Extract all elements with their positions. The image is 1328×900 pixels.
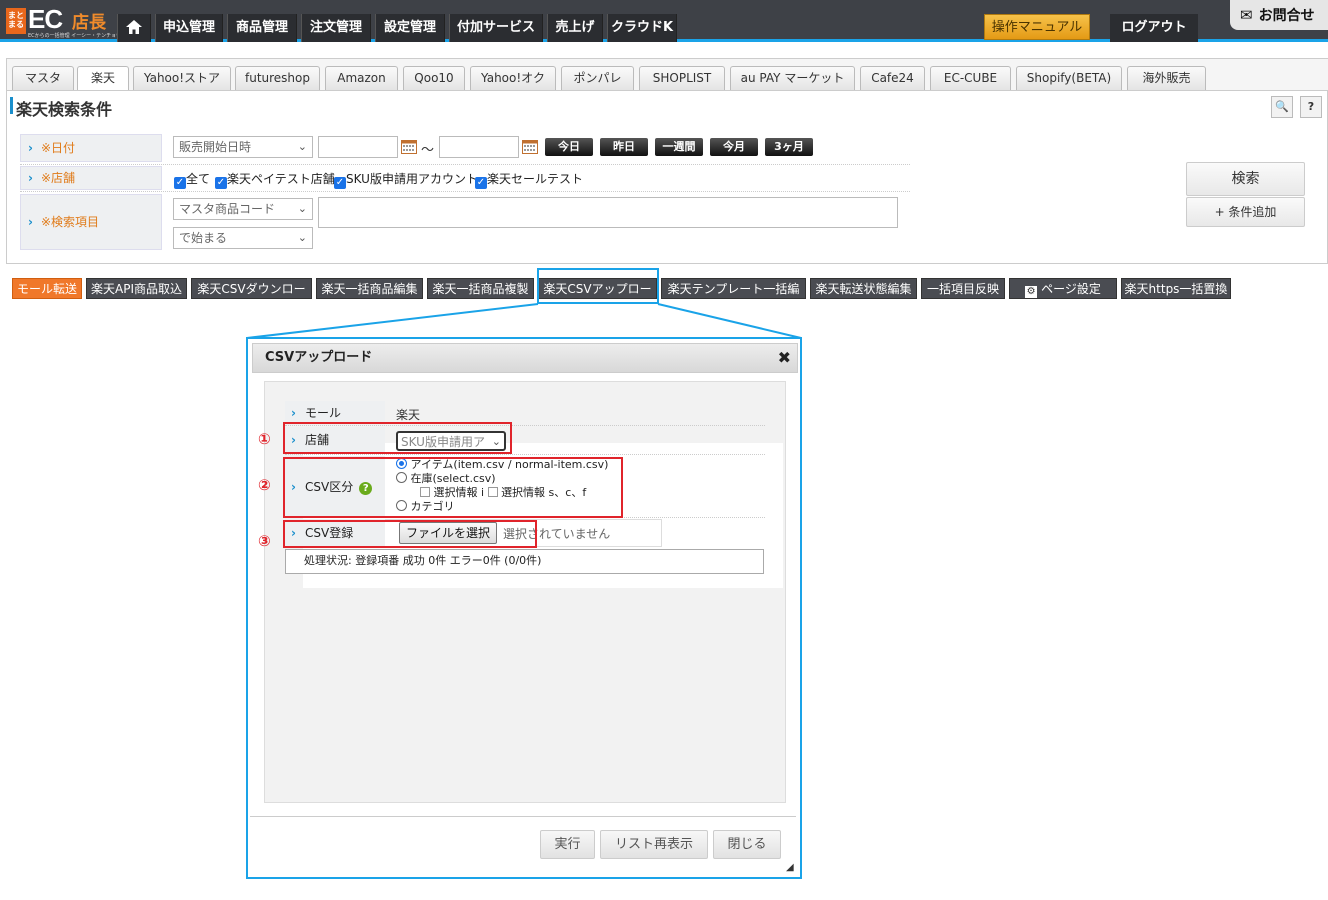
- tab-overseas[interactable]: 海外販売: [1127, 66, 1206, 90]
- csv-upload-highlight: [537, 268, 659, 304]
- api-import-button[interactable]: 楽天API商品取込: [86, 278, 187, 299]
- date-from-input[interactable]: [318, 136, 398, 158]
- tab-ponpare[interactable]: ポンパレ: [561, 66, 634, 90]
- home-icon: [126, 20, 142, 34]
- tab-qoo10[interactable]: Qoo10: [403, 66, 465, 90]
- contact-link[interactable]: ✉ お問合せ: [1230, 0, 1328, 30]
- bulk-copy-button[interactable]: 楽天一括商品複製: [427, 278, 534, 299]
- logo-mark: まとまる: [6, 8, 26, 34]
- logout-button[interactable]: ログアウト: [1110, 14, 1198, 42]
- three-months-button[interactable]: 3ヶ月: [765, 138, 813, 156]
- divider: [20, 164, 910, 165]
- divider: [285, 454, 765, 455]
- gear-icon: ⚙: [1025, 286, 1038, 298]
- tab-au-pay[interactable]: au PAY マーケット: [730, 66, 855, 90]
- resize-handle-icon[interactable]: ◢: [786, 862, 794, 873]
- home-button[interactable]: [117, 14, 151, 42]
- chevron-down-icon: ⌄: [297, 231, 307, 244]
- search-icon: 🔍: [1275, 100, 1289, 113]
- nav-sales[interactable]: 売上げ: [547, 14, 603, 42]
- store-paytest-checkbox[interactable]: ✓ 楽天ペイテスト店舗: [215, 170, 335, 189]
- chevron-down-icon: ⌄: [297, 202, 307, 215]
- page-settings-button[interactable]: ⚙ ページ設定: [1009, 278, 1117, 299]
- store-label: › ※店舗: [20, 166, 162, 190]
- marker-2: ②: [258, 476, 271, 494]
- calendar-icon[interactable]: [401, 140, 417, 154]
- nav-orders[interactable]: 注文管理: [301, 14, 371, 42]
- search-button[interactable]: 検索: [1186, 162, 1305, 196]
- search-field-select[interactable]: マスタ商品コード ⌄: [173, 198, 313, 220]
- match-type-select[interactable]: で始まる ⌄: [173, 227, 313, 249]
- contact-label: お問合せ: [1258, 8, 1315, 24]
- tab-ec-cube[interactable]: EC-CUBE: [930, 66, 1011, 90]
- csv-download-button[interactable]: 楽天CSVダウンロード: [191, 278, 312, 317]
- tab-futureshop[interactable]: futureshop: [235, 66, 320, 90]
- mall-value: 楽天: [396, 408, 421, 422]
- process-status: 処理状況: 登録項番 成功 0件 エラー0件 (0/0件): [285, 549, 764, 574]
- https-replace-button[interactable]: 楽天https一括置換: [1121, 278, 1231, 299]
- logo-ec: EC: [28, 4, 63, 34]
- tab-yahoo-store[interactable]: Yahoo!ストア: [133, 66, 231, 90]
- divider: [20, 191, 910, 192]
- store-saletest-checkbox[interactable]: ✓ 楽天セールテスト: [475, 170, 583, 189]
- nav-products[interactable]: 商品管理: [227, 14, 297, 42]
- annotation-box-store: [283, 422, 512, 454]
- logo-tencho: 店長: [72, 13, 106, 33]
- manual-button[interactable]: 操作マニュアル: [984, 14, 1090, 40]
- tab-rakuten[interactable]: 楽天: [77, 66, 129, 91]
- nav-apply[interactable]: 申込管理: [155, 14, 223, 42]
- chevron-down-icon: ⌄: [297, 140, 307, 153]
- date-to-input[interactable]: [439, 136, 519, 158]
- month-button[interactable]: 今月: [710, 138, 758, 156]
- search-panel-title: 楽天検索条件: [9, 96, 112, 120]
- dialog-title: CSVアップロード: [265, 350, 373, 365]
- store-sku-checkbox[interactable]: ✓ SKU版申請用アカウント: [334, 170, 478, 189]
- nav-cloudk[interactable]: クラウドK: [607, 14, 677, 42]
- app-logo[interactable]: まとまる EC 店長 ECからの一括管理 イーシー・テンチョウ: [6, 4, 121, 39]
- tab-yahoo-auction[interactable]: Yahoo!オク: [470, 66, 556, 90]
- help-button[interactable]: ?: [1300, 96, 1322, 118]
- nav-settings[interactable]: 設定管理: [375, 14, 445, 42]
- template-edit-button[interactable]: 楽天テンプレート一括編集: [661, 278, 806, 317]
- dialog-footer-divider: [250, 816, 796, 817]
- tab-shoplist[interactable]: SHOPLIST: [639, 66, 725, 90]
- tab-master[interactable]: マスタ: [12, 66, 74, 90]
- close-button[interactable]: 閉じる: [713, 830, 781, 859]
- marker-1: ①: [258, 430, 271, 448]
- store-all-checkbox[interactable]: ✓ 全て: [174, 170, 210, 189]
- search-keyword-textarea[interactable]: [318, 197, 898, 228]
- annotation-box-csv-register: [283, 520, 537, 548]
- range-separator: 〜: [421, 143, 435, 158]
- marker-3: ③: [258, 532, 271, 550]
- search-icon-button[interactable]: 🔍: [1271, 96, 1293, 118]
- add-condition-button[interactable]: + 条件追加: [1186, 197, 1305, 227]
- close-icon[interactable]: ✖: [778, 344, 791, 372]
- today-button[interactable]: 今日: [545, 138, 593, 156]
- calendar-icon[interactable]: [522, 140, 538, 154]
- help-icon: ?: [1307, 100, 1315, 113]
- transfer-state-button[interactable]: 楽天転送状態編集: [810, 278, 917, 299]
- dialog-header: CSVアップロード ✖: [252, 343, 798, 373]
- run-button[interactable]: 実行: [540, 830, 595, 859]
- date-type-select[interactable]: 販売開始日時 ⌄: [173, 136, 313, 158]
- bulk-reflect-button[interactable]: 一括項目反映: [921, 278, 1005, 299]
- envelope-icon: ✉: [1240, 6, 1253, 24]
- logo-tagline: ECからの一括管理 イーシー・テンチョウ: [28, 33, 122, 39]
- mall-transfer-button[interactable]: モール転送: [12, 278, 82, 299]
- annotation-box-csv-type: [283, 457, 623, 518]
- yesterday-button[interactable]: 昨日: [600, 138, 648, 156]
- bulk-edit-button[interactable]: 楽天一括商品編集: [316, 278, 423, 299]
- nav-services[interactable]: 付加サービス: [449, 14, 543, 42]
- date-label: › ※日付: [20, 134, 162, 162]
- tab-shopify[interactable]: Shopify(BETA): [1016, 66, 1122, 90]
- search-item-label: › ※検索項目: [20, 194, 162, 250]
- tab-amazon[interactable]: Amazon: [325, 66, 398, 90]
- tab-cafe24[interactable]: Cafe24: [860, 66, 925, 90]
- week-button[interactable]: 一週間: [655, 138, 703, 156]
- reload-list-button[interactable]: リスト再表示: [600, 830, 708, 859]
